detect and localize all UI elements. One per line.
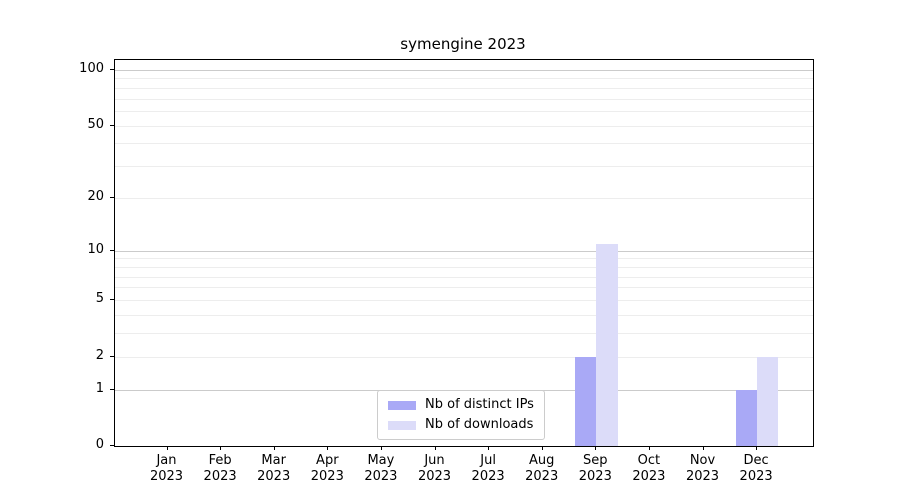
x-tick-mark <box>274 446 275 450</box>
legend-label: Nb of downloads <box>425 417 533 433</box>
x-tick-month: Dec <box>728 453 784 469</box>
minor-gridline <box>115 111 813 112</box>
x-tick-month: Nov <box>675 453 731 469</box>
y-tick-label: 1 <box>60 381 104 397</box>
x-tick-month: Mar <box>246 453 302 469</box>
x-tick-month: Feb <box>192 453 248 469</box>
x-tick-label: Oct2023 <box>621 453 677 485</box>
minor-gridline <box>115 88 813 89</box>
x-tick-month: Sep <box>567 453 623 469</box>
x-tick-year: 2023 <box>139 469 195 485</box>
legend-item: Nb of distinct IPs <box>388 397 534 413</box>
x-tick-mark <box>703 446 704 450</box>
x-tick-mark <box>220 446 221 450</box>
y-tick-mark <box>110 250 114 251</box>
y-tick-label: 5 <box>60 291 104 307</box>
x-tick-year: 2023 <box>192 469 248 485</box>
y-tick-label: 2 <box>60 348 104 364</box>
legend: Nb of distinct IPs Nb of downloads <box>377 390 545 440</box>
x-tick-mark <box>488 446 489 450</box>
x-tick-year: 2023 <box>299 469 355 485</box>
minor-gridline <box>115 315 813 316</box>
minor-gridline <box>115 333 813 334</box>
x-tick-label: Sep2023 <box>567 453 623 485</box>
x-tick-label: Feb2023 <box>192 453 248 485</box>
y-tick-mark <box>110 125 114 126</box>
x-tick-label: Dec2023 <box>728 453 784 485</box>
x-tick-mark <box>595 446 596 450</box>
bar-distinct-ips <box>575 357 596 447</box>
x-tick-label: Apr2023 <box>299 453 355 485</box>
bar-downloads <box>757 357 778 447</box>
minor-gridline <box>115 357 813 358</box>
y-tick-mark <box>110 445 114 446</box>
minor-gridline <box>115 143 813 144</box>
x-tick-mark <box>327 446 328 450</box>
x-tick-label: May2023 <box>353 453 409 485</box>
x-tick-label: Aug2023 <box>514 453 570 485</box>
minor-gridline <box>115 258 813 259</box>
minor-gridline <box>115 78 813 79</box>
x-tick-year: 2023 <box>246 469 302 485</box>
legend-label: Nb of distinct IPs <box>425 397 534 413</box>
x-tick-label: Mar2023 <box>246 453 302 485</box>
x-tick-label: Jun2023 <box>407 453 463 485</box>
bar-distinct-ips <box>736 390 757 447</box>
x-tick-year: 2023 <box>621 469 677 485</box>
y-tick-mark <box>110 356 114 357</box>
minor-gridline <box>115 166 813 167</box>
major-gridline <box>115 70 813 71</box>
major-gridline <box>115 251 813 252</box>
minor-gridline <box>115 277 813 278</box>
x-tick-month: Apr <box>299 453 355 469</box>
figure: symengine 2023 0125102050100 Jan2023Feb2… <box>0 0 900 500</box>
plot-area <box>114 59 814 447</box>
x-tick-mark <box>542 446 543 450</box>
x-tick-year: 2023 <box>567 469 623 485</box>
y-tick-mark <box>110 389 114 390</box>
x-tick-year: 2023 <box>460 469 516 485</box>
x-tick-label: Jan2023 <box>139 453 195 485</box>
x-tick-month: May <box>353 453 409 469</box>
x-tick-mark <box>381 446 382 450</box>
y-tick-mark <box>110 299 114 300</box>
y-tick-label: 100 <box>60 61 104 77</box>
x-tick-year: 2023 <box>514 469 570 485</box>
minor-gridline <box>115 126 813 127</box>
minor-gridline <box>115 198 813 199</box>
x-tick-label: Jul2023 <box>460 453 516 485</box>
x-tick-mark <box>167 446 168 450</box>
x-tick-year: 2023 <box>353 469 409 485</box>
legend-swatch <box>388 421 416 430</box>
x-tick-month: Oct <box>621 453 677 469</box>
y-tick-label: 20 <box>60 189 104 205</box>
x-tick-month: Jun <box>407 453 463 469</box>
y-tick-label: 0 <box>60 437 104 453</box>
y-tick-mark <box>110 69 114 70</box>
x-tick-year: 2023 <box>407 469 463 485</box>
x-tick-year: 2023 <box>728 469 784 485</box>
y-tick-mark <box>110 197 114 198</box>
minor-gridline <box>115 300 813 301</box>
legend-swatch <box>388 401 416 410</box>
x-tick-mark <box>756 446 757 450</box>
x-tick-month: Aug <box>514 453 570 469</box>
x-tick-month: Jan <box>139 453 195 469</box>
minor-gridline <box>115 99 813 100</box>
y-tick-label: 10 <box>60 242 104 258</box>
legend-item: Nb of downloads <box>388 417 534 433</box>
x-tick-label: Nov2023 <box>675 453 731 485</box>
minor-gridline <box>115 267 813 268</box>
chart-title: symengine 2023 <box>114 35 812 53</box>
x-tick-year: 2023 <box>675 469 731 485</box>
y-tick-label: 50 <box>60 117 104 133</box>
bar-downloads <box>596 244 617 447</box>
x-tick-month: Jul <box>460 453 516 469</box>
minor-gridline <box>115 287 813 288</box>
x-tick-mark <box>435 446 436 450</box>
x-tick-mark <box>649 446 650 450</box>
